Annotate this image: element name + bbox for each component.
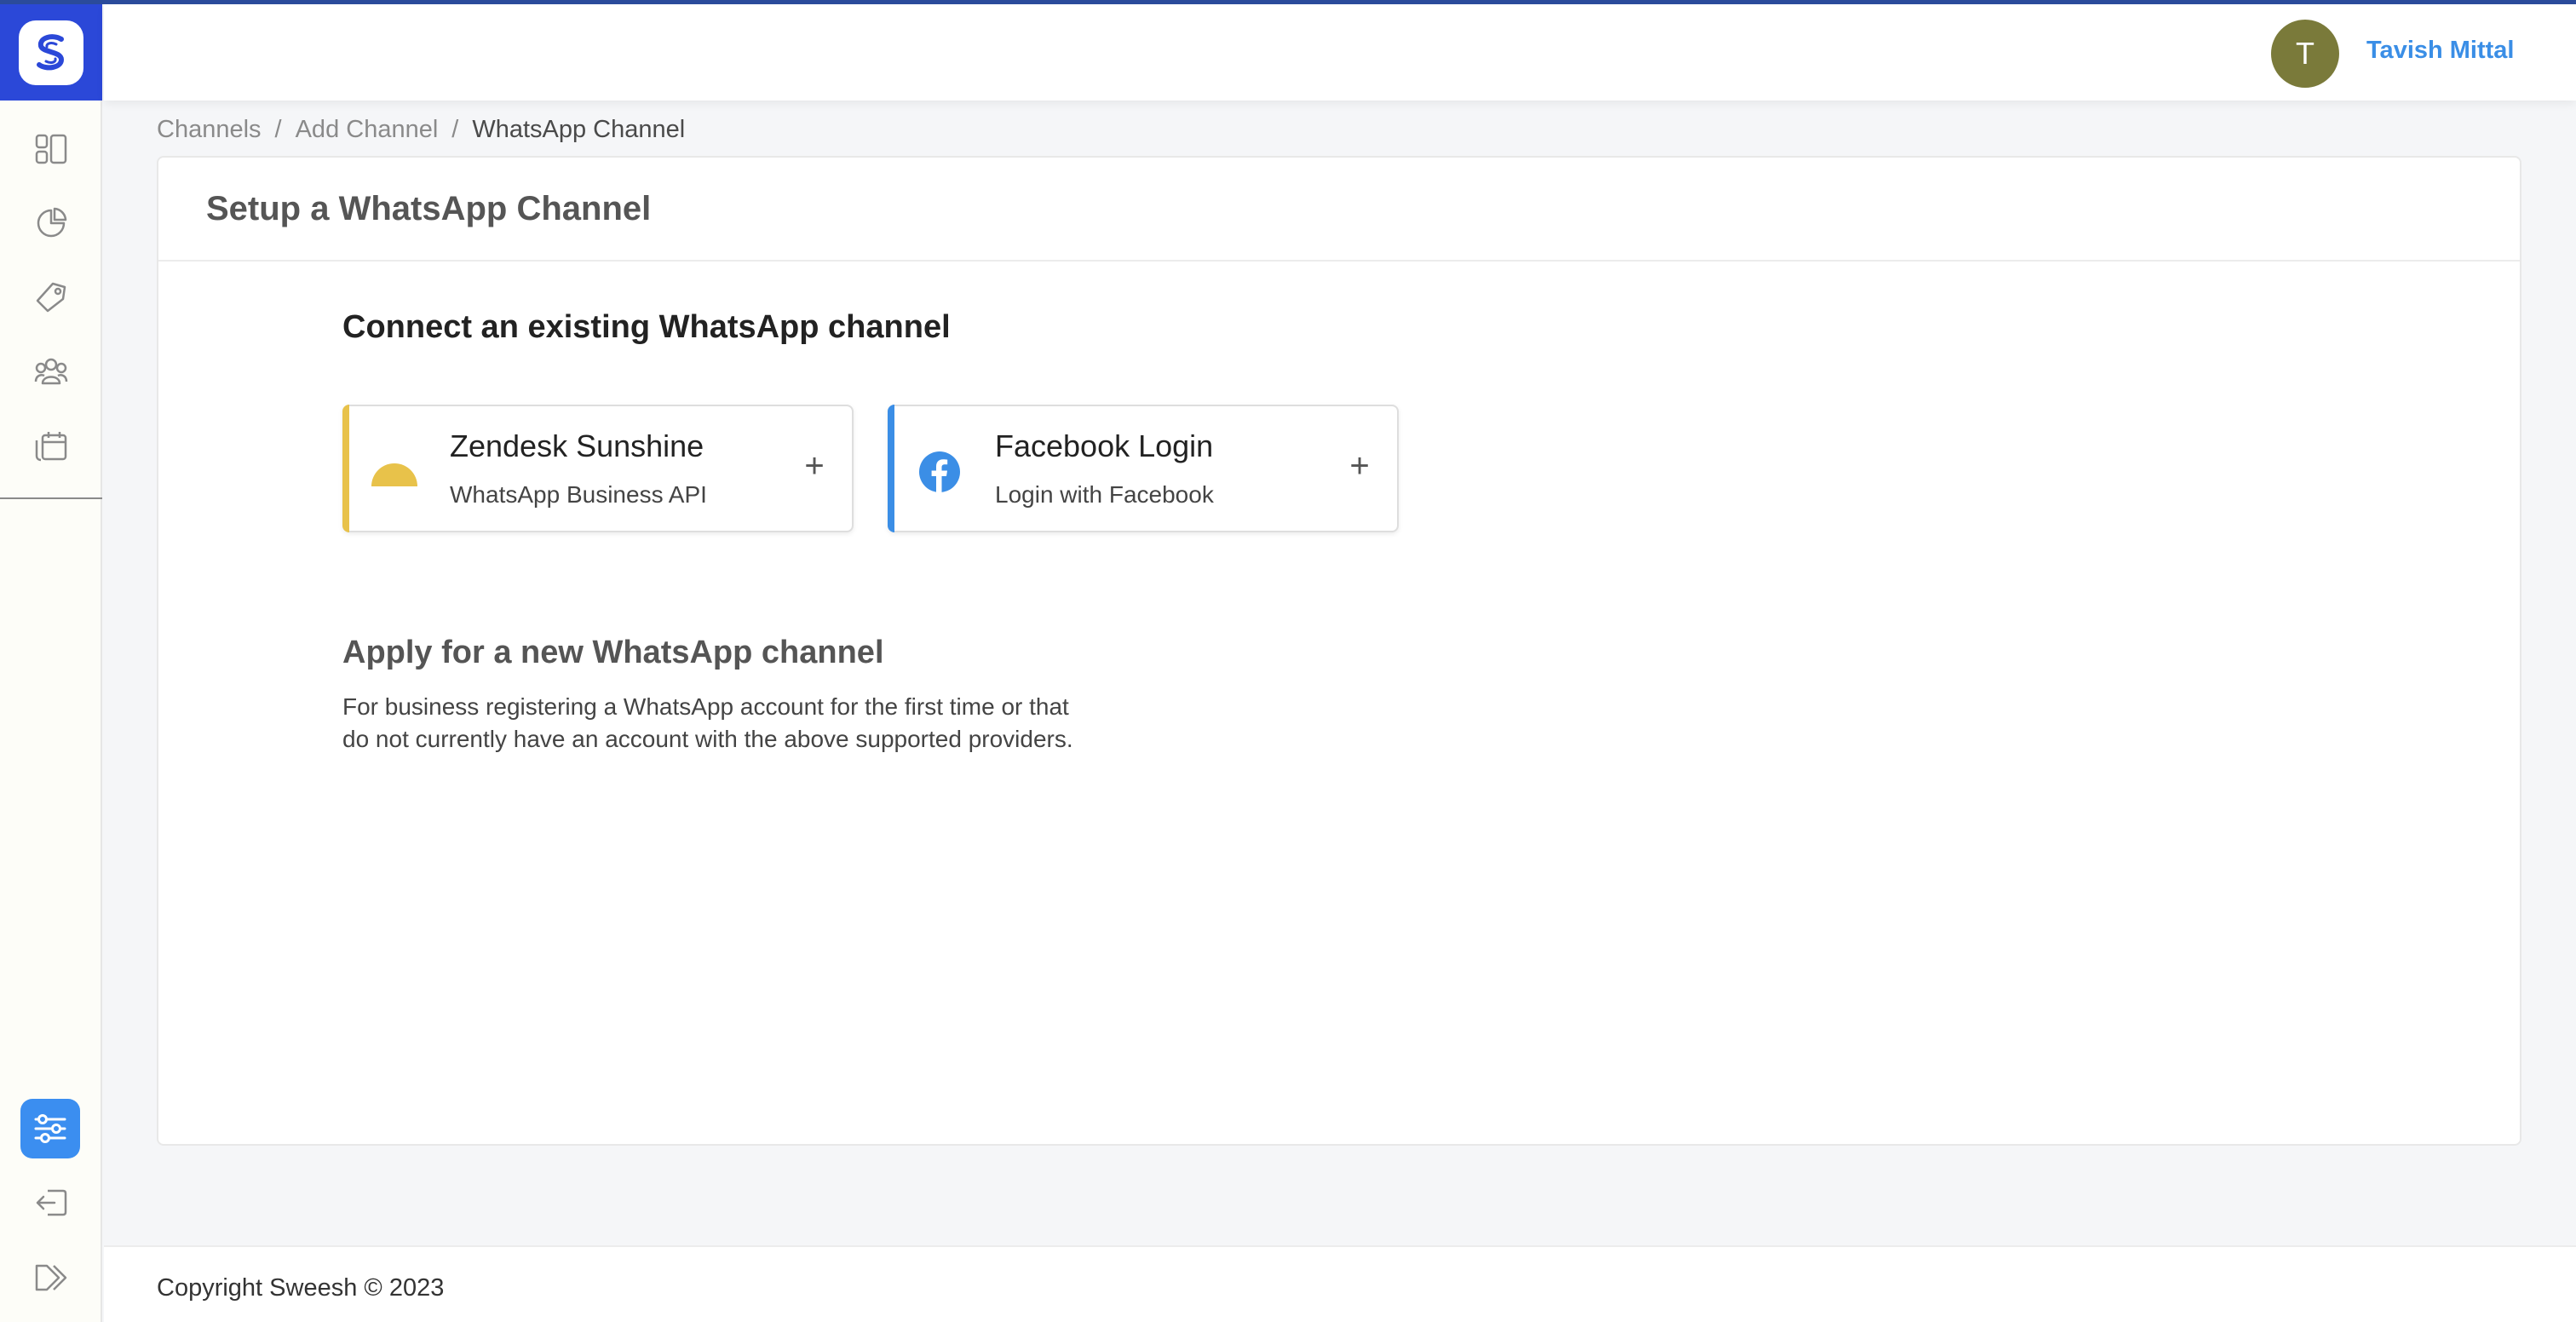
contacts-group-icon (34, 358, 68, 385)
expand-sidebar-icon (35, 1264, 67, 1291)
sidebar-item-dashboard[interactable] (27, 125, 75, 173)
sidebar (0, 0, 102, 1322)
copyright-text: Copyright Sweesh © 2023 (157, 1274, 445, 1302)
breadcrumb-separator: / (274, 116, 282, 143)
provider-facebook-login[interactable]: Facebook Login Login with Facebook + (888, 405, 1399, 532)
apply-description-line-2: do not currently have an account with th… (342, 726, 1073, 752)
breadcrumb-separator: / (451, 116, 459, 143)
sidebar-item-contacts[interactable] (27, 348, 75, 395)
breadcrumb: Channels / Add Channel / WhatsApp Channe… (157, 116, 685, 144)
avatar-initial: T (2296, 36, 2314, 71)
provider-accent-bar (342, 405, 349, 532)
provider-name: Facebook Login (995, 428, 1214, 463)
add-provider-icon[interactable]: + (1341, 447, 1378, 485)
footer: Copyright Sweesh © 2023 (104, 1245, 2576, 1322)
breadcrumb-item-current: WhatsApp Channel (472, 116, 686, 143)
provider-name: Zendesk Sunshine (450, 428, 704, 463)
user-name-link[interactable]: Tavish Mittal (2366, 37, 2515, 65)
avatar[interactable]: T (2271, 20, 2339, 88)
campaign-tag-icon (36, 282, 66, 313)
zendesk-sunshine-icon (370, 447, 419, 497)
settings-sliders-icon (34, 1114, 66, 1143)
provider-subtitle: Login with Facebook (995, 481, 1214, 508)
top-header: T Tavish Mittal (104, 4, 2576, 101)
breadcrumb-item-channels[interactable]: Channels (157, 116, 262, 144)
setup-channel-card: Setup a WhatsApp Channel Connect an exis… (157, 156, 2521, 1146)
breadcrumb-item-add-channel[interactable]: Add Channel (296, 116, 439, 144)
sidebar-item-campaigns[interactable] (27, 273, 75, 321)
apply-new-heading[interactable]: Apply for a new WhatsApp channel (342, 635, 884, 671)
apply-description: For business registering a WhatsApp acco… (342, 691, 1228, 756)
add-provider-icon[interactable]: + (796, 447, 833, 485)
sidebar-expand-toggle[interactable] (27, 1254, 75, 1302)
page-title: Setup a WhatsApp Channel (206, 190, 652, 227)
sidebar-item-logout[interactable] (27, 1179, 75, 1227)
provider-subtitle: WhatsApp Business API (450, 481, 707, 508)
top-accent-stripe (0, 0, 2576, 4)
analytics-pie-icon (37, 207, 67, 238)
apply-description-line-1: For business registering a WhatsApp acco… (342, 693, 1069, 720)
provider-zendesk-sunshine[interactable]: Zendesk Sunshine WhatsApp Business API + (342, 405, 854, 532)
calendar-schedule-icon (35, 432, 67, 462)
sweesh-logo-icon (19, 20, 83, 85)
connect-existing-heading: Connect an existing WhatsApp channel (342, 309, 951, 345)
facebook-icon (915, 447, 964, 497)
sidebar-item-settings[interactable] (20, 1099, 80, 1158)
sidebar-item-schedule[interactable] (27, 422, 75, 469)
sidebar-item-analytics[interactable] (27, 199, 75, 247)
provider-accent-bar (888, 405, 894, 532)
logout-icon (36, 1189, 67, 1216)
card-header: Setup a WhatsApp Channel (158, 158, 2520, 262)
dashboard-icon (35, 134, 67, 164)
sidebar-divider (0, 497, 102, 499)
app-logo[interactable] (0, 4, 102, 101)
